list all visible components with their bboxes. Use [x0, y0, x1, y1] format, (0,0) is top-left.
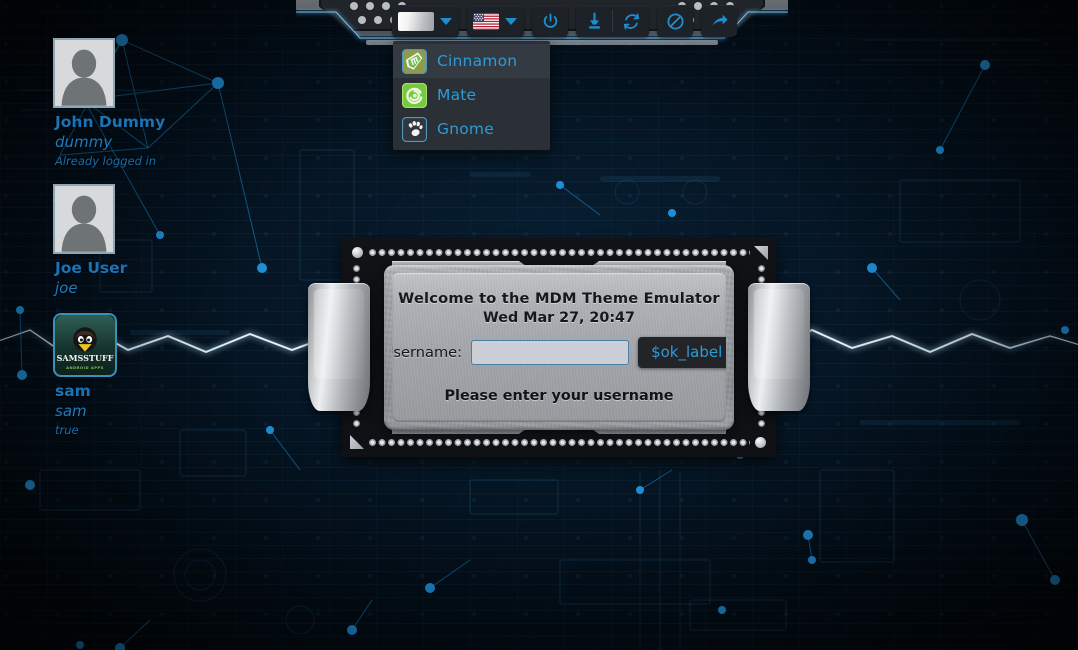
arrow-forward-icon: [711, 14, 728, 26]
dialog-date: Wed Mar 27, 20:47: [483, 310, 635, 326]
chip-notch-bottom-left: [350, 435, 364, 449]
user-display-name: John Dummy: [55, 113, 166, 131]
user-display-name: sam: [55, 382, 91, 400]
user-status-text: true: [55, 423, 79, 437]
user-entry-john-dummy[interactable]: John Dummy dummy Already logged in: [0, 38, 200, 168]
username-input[interactable]: [471, 340, 630, 365]
session-selector-button[interactable]: [392, 5, 459, 37]
chip-notch-top-right: [754, 246, 768, 260]
session-menu-item-gnome[interactable]: Gnome: [393, 112, 550, 146]
quit-button[interactable]: [701, 5, 737, 37]
restart-button[interactable]: [613, 5, 649, 37]
user-entry-joe-user[interactable]: Joe User joe: [0, 184, 200, 297]
dialog-title: Welcome to the MDM Theme Emulator: [398, 290, 720, 307]
default-face-icon: [53, 38, 115, 108]
chip-marker-dot-bottom-right: [755, 437, 766, 448]
power-actions-group: [576, 5, 649, 37]
username-label: Username:: [392, 344, 463, 361]
chip-pins-top: [368, 248, 750, 257]
chip-marker-dot-top-left: [352, 247, 363, 258]
session-menu-label: Mate: [437, 86, 477, 104]
session-menu-label: Cinnamon: [437, 52, 518, 70]
dialog-clip-right: [748, 283, 810, 411]
user-login-name: joe: [55, 279, 78, 297]
svg-text:ANDROID APPS: ANDROID APPS: [66, 366, 104, 370]
session-dropdown-menu: Cinnamon Mate Gnome: [393, 41, 550, 150]
svg-text:SAMSSTUFF: SAMSSTUFF: [57, 353, 114, 363]
session-menu-label: Gnome: [437, 120, 494, 138]
prohibited-icon: [666, 12, 684, 30]
dialog-clip-left: [308, 283, 370, 411]
dialog-message: Please enter your username: [444, 388, 674, 404]
cancel-button[interactable]: [657, 5, 693, 37]
restart-icon: [623, 13, 639, 29]
gnome-icon: [402, 116, 427, 142]
user-status-text: Already logged in: [55, 154, 157, 168]
login-screen: Cinnamon Mate Gnome John Dummy dummy Alr…: [0, 0, 1078, 650]
user-login-name: sam: [55, 402, 87, 420]
shutdown-icon: [588, 12, 600, 29]
suspend-button[interactable]: [532, 5, 568, 37]
session-menu-item-mate[interactable]: Mate: [393, 78, 550, 112]
login-dialog: Welcome to the MDM Theme Emulator Wed Ma…: [308, 233, 810, 463]
chevron-down-icon: [505, 17, 517, 25]
samsstuff-penguin-icon: SAMSSTUFF ANDROID APPS: [53, 313, 117, 377]
shutdown-button[interactable]: [576, 5, 612, 37]
username-row: Username: $ok_label: [392, 337, 726, 368]
chip-pins-bottom: [368, 438, 750, 447]
cinnamon-icon: [402, 48, 427, 74]
default-face-icon: [53, 184, 115, 254]
us-flag-icon: [473, 12, 499, 30]
session-swatch-icon: [398, 11, 434, 31]
dialog-content: Welcome to the MDM Theme Emulator Wed Ma…: [392, 273, 726, 404]
user-entry-sam[interactable]: SAMSSTUFF ANDROID APPS sam sam true: [0, 313, 200, 437]
ok-button[interactable]: $ok_label: [638, 337, 726, 368]
dialog-faceplate: Welcome to the MDM Theme Emulator Wed Ma…: [384, 265, 734, 430]
user-list: John Dummy dummy Already logged in Joe U…: [0, 38, 200, 453]
language-selector-button[interactable]: [467, 5, 524, 37]
dialog-chip-body: Welcome to the MDM Theme Emulator Wed Ma…: [342, 238, 776, 457]
user-display-name: Joe User: [55, 259, 128, 277]
dialog-faceplate-inner: Welcome to the MDM Theme Emulator Wed Ma…: [392, 273, 726, 422]
user-login-name: dummy: [55, 133, 113, 151]
power-icon: [543, 12, 557, 28]
top-toolbar: [392, 5, 737, 37]
chevron-down-icon: [440, 17, 452, 25]
mate-icon: [402, 82, 427, 108]
session-menu-item-cinnamon[interactable]: Cinnamon: [393, 44, 550, 78]
